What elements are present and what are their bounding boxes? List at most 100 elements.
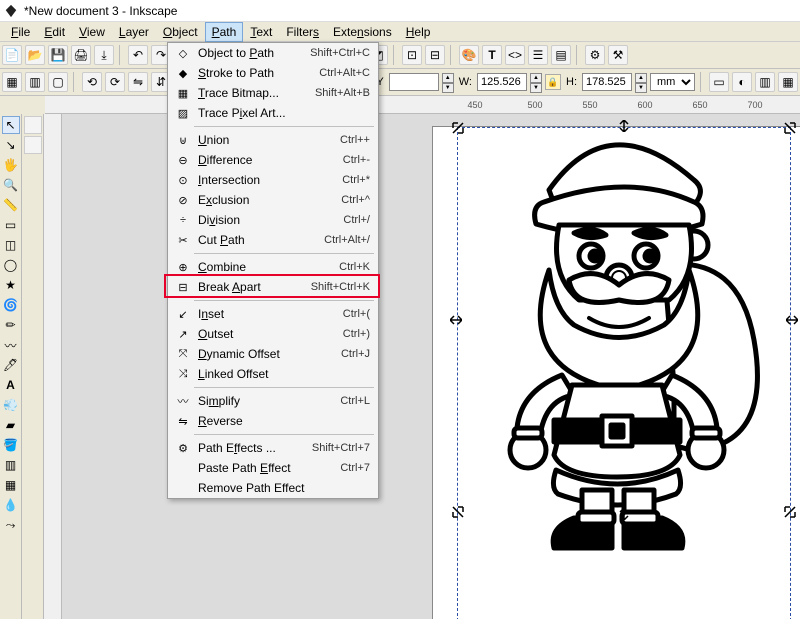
tb2-flip-h-icon[interactable]: ⇋ — [128, 72, 148, 92]
tb2-deselect-icon[interactable]: ▢ — [48, 72, 68, 92]
scale-handle-tr-icon[interactable] — [784, 122, 796, 134]
w-input[interactable] — [477, 73, 527, 91]
menu-extensions[interactable]: Extensions — [326, 22, 399, 42]
menu-item[interactable]: ↗OutsetCtrl+) — [168, 324, 378, 344]
menu-item[interactable]: ÷DivisionCtrl+/ — [168, 210, 378, 230]
menu-item[interactable]: ▨Trace Pixel Art... — [168, 103, 378, 123]
snap-enable-icon[interactable] — [24, 116, 42, 134]
menu-item[interactable]: Paste Path EffectCtrl+7 — [168, 458, 378, 478]
menu-object[interactable]: Object — [156, 22, 205, 42]
tool-pointer-icon[interactable]: ↖ — [2, 116, 20, 134]
tb-obj-icon[interactable]: ▤ — [551, 45, 571, 65]
tb-undo-icon[interactable]: ↶ — [128, 45, 148, 65]
menu-item[interactable]: ↙InsetCtrl+( — [168, 304, 378, 324]
menu-item[interactable]: ⚙Path Effects ...Shift+Ctrl+7 — [168, 438, 378, 458]
tool-measure-icon[interactable]: 📏 — [2, 196, 20, 214]
tool-bezier-icon[interactable]: 〰 — [2, 336, 20, 354]
menu-item[interactable]: ⊖DifferenceCtrl+- — [168, 150, 378, 170]
tool-sculpt-icon[interactable]: 🖐 — [2, 156, 20, 174]
tb-fillstroke-icon[interactable]: 🎨 — [459, 45, 479, 65]
y-input[interactable] — [389, 73, 439, 91]
menu-edit[interactable]: Edit — [37, 22, 72, 42]
tb-new-icon[interactable]: 📄 — [2, 45, 22, 65]
snap-bbox-icon[interactable] — [24, 136, 42, 154]
tool-rect-icon[interactable]: ▭ — [2, 216, 20, 234]
tb-layers-icon[interactable]: ☰ — [528, 45, 548, 65]
tool-calligraphy-icon[interactable]: 🖊 — [2, 356, 20, 374]
tool-spray-icon[interactable]: 💨 — [2, 396, 20, 414]
menu-text[interactable]: Text — [243, 22, 279, 42]
scale-handle-b-icon[interactable] — [618, 508, 630, 520]
tb2-affect-pattern-icon[interactable]: ▦ — [778, 72, 798, 92]
tool-eraser-icon[interactable]: ▰ — [2, 416, 20, 434]
h-field[interactable]: H: ▲▼ — [564, 73, 647, 91]
menu-path[interactable]: Path — [205, 22, 244, 42]
menu-item[interactable]: ⊙IntersectionCtrl+* — [168, 170, 378, 190]
menu-file[interactable]: File — [4, 22, 37, 42]
tool-star-icon[interactable]: ★ — [2, 276, 20, 294]
menu-item[interactable]: ◆Stroke to PathCtrl+Alt+C — [168, 63, 378, 83]
menu-item[interactable]: ⇋Reverse — [168, 411, 378, 431]
tool-3dbox-icon[interactable]: ◫ — [2, 236, 20, 254]
tool-gradient-icon[interactable]: ▥ — [2, 456, 20, 474]
tb2-rotate-cw-icon[interactable]: ⟳ — [105, 72, 125, 92]
scale-handle-br-icon[interactable] — [784, 506, 796, 518]
tb-xml-icon[interactable]: <> — [505, 45, 525, 65]
menu-item[interactable]: ⤨Linked Offset — [168, 364, 378, 384]
menu-item-icon: ⊘ — [172, 194, 194, 207]
menu-item-label: Outset — [194, 327, 337, 341]
tb2-affect-corners-icon[interactable]: ◐ — [732, 72, 752, 92]
tool-dropper-icon[interactable]: 💧 — [2, 496, 20, 514]
tb2-affect-grad-icon[interactable]: ▥ — [755, 72, 775, 92]
menu-item[interactable]: 〰SimplifyCtrl+L — [168, 391, 378, 411]
tb-open-icon[interactable]: 📂 — [25, 45, 45, 65]
tb-group-icon[interactable]: ⊡ — [402, 45, 422, 65]
tool-bucket-icon[interactable]: 🪣 — [2, 436, 20, 454]
tool-node-icon[interactable]: ↘ — [2, 136, 20, 154]
tool-connector-icon[interactable]: ⤳ — [2, 516, 20, 534]
menubar: File Edit View Layer Object Path Text Fi… — [0, 22, 800, 42]
w-field[interactable]: W: ▲▼ — [457, 73, 542, 91]
menu-help[interactable]: Help — [399, 22, 438, 42]
scale-handle-t-icon[interactable] — [618, 120, 630, 132]
tb-print-icon[interactable]: 🖨 — [71, 45, 91, 65]
menu-item[interactable]: ▦Trace Bitmap...Shift+Alt+B — [168, 83, 378, 103]
menu-filters[interactable]: Filters — [279, 22, 326, 42]
scale-handle-bl-icon[interactable] — [452, 506, 464, 518]
scale-handle-tl-icon[interactable] — [452, 122, 464, 134]
h-input[interactable] — [582, 73, 632, 91]
tool-spiral-icon[interactable]: 🌀 — [2, 296, 20, 314]
tool-zoom-icon[interactable]: 🔍 — [2, 176, 20, 194]
tool-text-icon[interactable]: A — [2, 376, 20, 394]
menu-item[interactable]: ⊕CombineCtrl+K — [168, 257, 378, 277]
tb2-select-layers-icon[interactable]: ▥ — [25, 72, 45, 92]
tb-ungroup-icon[interactable]: ⊟ — [425, 45, 445, 65]
menu-view[interactable]: View — [72, 22, 112, 42]
tb2-select-all-icon[interactable]: ▦ — [2, 72, 22, 92]
scale-handle-r-icon[interactable] — [786, 314, 798, 326]
menu-item-icon: ⊕ — [172, 261, 194, 274]
menu-item[interactable]: ◇Object to PathShift+Ctrl+C — [168, 43, 378, 63]
units-select[interactable]: mm — [650, 73, 695, 91]
menu-item-label: Path Effects ... — [194, 441, 306, 455]
tool-ellipse-icon[interactable]: ◯ — [2, 256, 20, 274]
lock-aspect-icon[interactable]: 🔒 — [545, 74, 561, 90]
menu-item[interactable]: ⊟Break ApartShift+Ctrl+K — [168, 277, 378, 297]
tb2-rotate-ccw-icon[interactable]: ⟲ — [82, 72, 102, 92]
tb-prefs-icon[interactable]: ⚒ — [608, 45, 628, 65]
tb-doc-icon[interactable]: ⚙ — [585, 45, 605, 65]
menu-item[interactable]: ⤧Dynamic OffsetCtrl+J — [168, 344, 378, 364]
menu-item[interactable]: Remove Path Effect — [168, 478, 378, 498]
tb-save-icon[interactable]: 💾 — [48, 45, 68, 65]
tb-export-icon[interactable]: ⤓ — [94, 45, 114, 65]
tb-text-icon[interactable]: T — [482, 45, 502, 65]
menu-item[interactable]: ⊘ExclusionCtrl+^ — [168, 190, 378, 210]
y-field[interactable]: Y ▲▼ — [374, 73, 453, 91]
tool-mesh-icon[interactable]: ▦ — [2, 476, 20, 494]
menu-item[interactable]: ⊎UnionCtrl++ — [168, 130, 378, 150]
tb2-affect-stroke-icon[interactable]: ▭ — [709, 72, 729, 92]
scale-handle-l-icon[interactable] — [450, 314, 462, 326]
menu-layer[interactable]: Layer — [112, 22, 156, 42]
menu-item[interactable]: ✂Cut PathCtrl+Alt+/ — [168, 230, 378, 250]
tool-pencil-icon[interactable]: ✏ — [2, 316, 20, 334]
